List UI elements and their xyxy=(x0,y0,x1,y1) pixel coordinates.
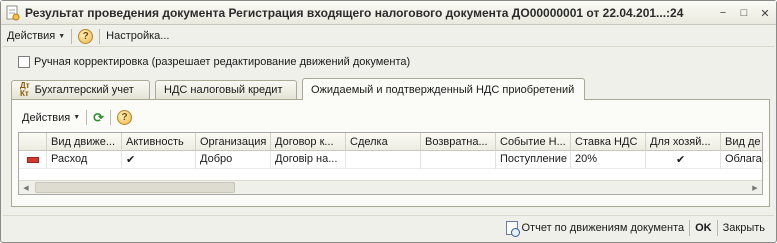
cell-contract[interactable]: Договір на... xyxy=(271,151,346,169)
toolbar-separator xyxy=(110,110,112,125)
tab-panel: Действия ▼ ⟳ ? Вид движе... Активность О… xyxy=(11,99,770,207)
titlebar: Результат проведения документа Регистрац… xyxy=(1,1,776,25)
cell-deal[interactable] xyxy=(346,151,421,169)
result-window: Результат проведения документа Регистрац… xyxy=(0,0,777,243)
ok-button[interactable]: OK xyxy=(690,218,717,238)
help-button[interactable]: ? xyxy=(74,27,97,46)
scroll-track[interactable] xyxy=(33,181,748,194)
panel-actions-menu-button[interactable]: Действия ▼ xyxy=(18,108,84,127)
movements-table: Вид движе... Активность Организация Дого… xyxy=(18,132,763,195)
report-icon xyxy=(505,220,520,237)
cell-vat-rate[interactable]: 20% xyxy=(571,151,646,169)
column-header-activity[interactable]: Активность xyxy=(122,133,196,151)
close-window-button[interactable]: ✕ xyxy=(757,5,773,21)
column-header-marker xyxy=(19,133,47,151)
movements-report-label: Отчет по движениям документа xyxy=(521,221,685,234)
chevron-down-icon: ▼ xyxy=(73,114,81,121)
row-marker-cell xyxy=(19,151,47,169)
table-row[interactable]: Расход ✔ Добро Договір на... Поступление… xyxy=(19,151,762,169)
expense-marker-icon xyxy=(26,157,39,163)
actions-label: Действия xyxy=(7,30,56,42)
cell-activity[interactable]: ✔ xyxy=(122,151,196,169)
window-title: Результат проведения документа Регистрац… xyxy=(25,6,684,20)
manual-correction-label: Ручная корректировка (разрешает редактир… xyxy=(34,56,411,68)
cell-organization[interactable]: Добро xyxy=(196,151,271,169)
column-header-organization[interactable]: Организация xyxy=(196,133,271,151)
actions-menu-button[interactable]: Действия ▼ xyxy=(3,27,69,46)
settings-button[interactable]: Настройка... xyxy=(102,27,173,46)
cell-activity-type[interactable]: Облага xyxy=(721,151,762,169)
settings-label: Настройка... xyxy=(106,30,170,42)
column-header-activity-type[interactable]: Вид де xyxy=(721,133,762,151)
manual-correction-row[interactable]: Ручная корректировка (разрешает редактир… xyxy=(18,56,410,68)
table-header: Вид движе... Активность Организация Дого… xyxy=(19,133,762,151)
scroll-thumb[interactable] xyxy=(35,182,235,193)
tab-label: Бухгалтерский учет xyxy=(34,84,134,96)
column-header-for-business[interactable]: Для хозяй... xyxy=(646,133,721,151)
panel-actions-label: Действия xyxy=(22,111,71,124)
main-toolbar: Действия ▼ ? Настройка... xyxy=(3,26,774,47)
column-header-return[interactable]: Возвратна... xyxy=(421,133,496,151)
scroll-right-icon[interactable]: ▶ xyxy=(748,181,762,194)
help-icon: ? xyxy=(117,110,133,125)
toolbar-separator xyxy=(71,28,73,44)
document-icon xyxy=(6,5,20,21)
column-header-event[interactable]: Событие Н... xyxy=(496,133,571,151)
toolbar-separator xyxy=(86,110,88,125)
tab-label: НДС налоговый кредит xyxy=(164,84,283,96)
cell-for-business[interactable]: ✔ xyxy=(646,151,721,169)
chevron-down-icon: ▼ xyxy=(58,32,66,40)
tab-label: Ожидаемый и подтвержденный НДС приобрете… xyxy=(311,83,575,96)
bottom-bar: Отчет по движениям документа OK Закрыть xyxy=(3,215,774,239)
manual-correction-checkbox[interactable] xyxy=(18,56,30,68)
refresh-button[interactable]: ⟳ xyxy=(89,108,108,127)
refresh-icon: ⟳ xyxy=(93,109,105,125)
minimize-button[interactable]: − xyxy=(715,5,731,21)
tab-vat-tax-credit[interactable]: НДС налоговый кредит xyxy=(155,80,297,99)
scroll-left-icon[interactable]: ◀ xyxy=(19,181,33,194)
cell-return[interactable] xyxy=(421,151,496,169)
column-header-vat-rate[interactable]: Ставка НДС xyxy=(571,133,646,151)
maximize-button[interactable]: □ xyxy=(736,5,752,21)
tab-expected-confirmed-vat[interactable]: Ожидаемый и подтвержденный НДС приобрете… xyxy=(302,78,585,100)
horizontal-scrollbar[interactable]: ◀ ▶ xyxy=(19,180,762,194)
movements-report-button[interactable]: Отчет по движениям документа xyxy=(501,218,690,238)
cell-event[interactable]: Поступление xyxy=(496,151,571,169)
column-header-deal[interactable]: Сделка xyxy=(346,133,421,151)
debit-credit-icon: Дт Кт xyxy=(20,81,30,98)
help-icon: ? xyxy=(78,28,94,44)
column-header-contract[interactable]: Договор к... xyxy=(271,133,346,151)
close-button[interactable]: Закрыть xyxy=(718,218,770,238)
panel-help-button[interactable]: ? xyxy=(113,108,136,127)
tab-accounting[interactable]: Дт Кт Бухгалтерский учет xyxy=(11,80,150,99)
toolbar-separator xyxy=(99,28,101,44)
cell-movement-type[interactable]: Расход xyxy=(47,151,122,169)
column-header-movement-type[interactable]: Вид движе... xyxy=(47,133,122,151)
panel-toolbar: Действия ▼ ⟳ ? xyxy=(18,108,136,127)
